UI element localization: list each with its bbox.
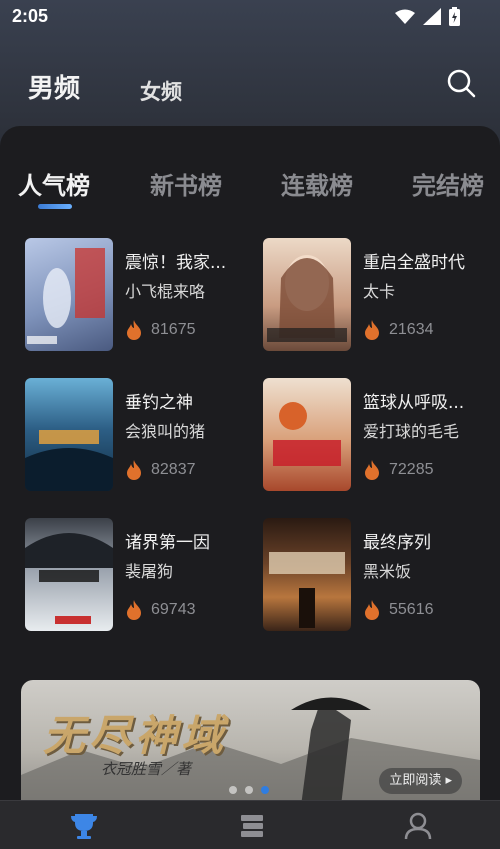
book-heat: 55616: [363, 600, 434, 620]
read-now-button[interactable]: 立即阅读 ▸: [379, 768, 462, 794]
book-heat: 72285: [363, 460, 434, 480]
status-bar: 2:05: [0, 0, 500, 34]
status-icons: [395, 7, 460, 26]
bottom-nav: [0, 800, 500, 849]
signal-icon: [423, 8, 441, 25]
tab-indicator: [38, 204, 72, 209]
carousel-dot-active[interactable]: [261, 786, 269, 794]
search-icon[interactable]: [446, 68, 476, 98]
book-heat: 21634: [363, 320, 434, 340]
carousel-dot[interactable]: [229, 786, 237, 794]
fire-icon: [127, 600, 141, 620]
book-title: 震惊！我家...: [125, 253, 227, 273]
fire-icon: [365, 600, 379, 620]
book-heat: 81675: [125, 320, 196, 340]
book-item[interactable]: 重启全盛时代 太卡 21634: [263, 238, 498, 353]
book-cover[interactable]: [25, 238, 113, 351]
book-heat: 82837: [125, 460, 196, 480]
banner-title: 无尽神域: [43, 711, 228, 760]
carousel-dot[interactable]: [245, 786, 253, 794]
book-cover[interactable]: [263, 238, 351, 351]
book-title: 诸界第一因: [125, 533, 210, 553]
book-heat: 69743: [125, 600, 196, 620]
trophy-icon[interactable]: [69, 811, 99, 841]
promo-banner[interactable]: 无尽神域 衣冠胜雪／著 立即阅读 ▸: [21, 680, 480, 806]
heat-count: 21634: [389, 321, 434, 338]
book-item[interactable]: 垂钓之神 会狼叫的猪 82837: [25, 378, 260, 493]
book-item[interactable]: 篮球从呼吸... 爱打球的毛毛 72285: [263, 378, 498, 493]
book-cover[interactable]: [263, 518, 351, 631]
fire-icon: [127, 460, 141, 480]
tab-female[interactable]: 女频: [140, 76, 182, 106]
book-title: 垂钓之神: [125, 393, 193, 413]
carousel-dots: [229, 786, 269, 794]
tab-finished[interactable]: 完结榜: [412, 166, 484, 201]
book-title: 最终序列: [363, 533, 431, 553]
fire-icon: [365, 460, 379, 480]
book-item[interactable]: 震惊！我家... 小飞棍来咯 81675: [25, 238, 260, 353]
book-title: 篮球从呼吸...: [363, 393, 465, 413]
rank-tabs: 人气榜 新书榜 连载榜 完结榜: [0, 166, 500, 206]
book-author: 爱打球的毛毛: [363, 422, 460, 441]
banner-author: 衣冠胜雪／著: [101, 760, 192, 778]
heat-count: 72285: [389, 461, 434, 478]
status-time: 2:05: [12, 6, 49, 26]
tab-serial[interactable]: 连载榜: [281, 166, 353, 201]
heat-count: 69743: [151, 601, 196, 618]
book-cover[interactable]: [25, 518, 113, 631]
fire-icon: [365, 320, 379, 340]
fire-icon: [127, 320, 141, 340]
book-author: 小飞棍来咯: [125, 282, 206, 301]
battery-icon: [449, 7, 460, 26]
top-nav: 男频 女频: [0, 60, 500, 116]
book-author: 会狼叫的猪: [125, 422, 206, 441]
book-title: 重启全盛时代: [363, 253, 465, 273]
ranking-panel: 人气榜 新书榜 连载榜 完结榜 震惊！我家... 小飞棍来咯 81675 重启全…: [0, 126, 500, 806]
heat-count: 82837: [151, 461, 196, 478]
book-item[interactable]: 诸界第一因 裴屠狗 69743: [25, 518, 260, 633]
wifi-icon: [395, 9, 415, 24]
tab-male[interactable]: 男频: [28, 68, 80, 105]
book-author: 裴屠狗: [125, 562, 174, 581]
book-item[interactable]: 最终序列 黑米饭 55616: [263, 518, 498, 633]
book-cover[interactable]: [25, 378, 113, 491]
bookshelf-icon[interactable]: [237, 811, 267, 841]
book-author: 黑米饭: [363, 562, 412, 581]
heat-count: 55616: [389, 601, 434, 618]
book-cover[interactable]: [263, 378, 351, 491]
book-author: 太卡: [363, 282, 396, 301]
tab-new[interactable]: 新书榜: [150, 166, 222, 201]
tab-popular[interactable]: 人气榜: [18, 166, 90, 201]
heat-count: 81675: [151, 321, 196, 338]
profile-icon[interactable]: [403, 811, 433, 841]
